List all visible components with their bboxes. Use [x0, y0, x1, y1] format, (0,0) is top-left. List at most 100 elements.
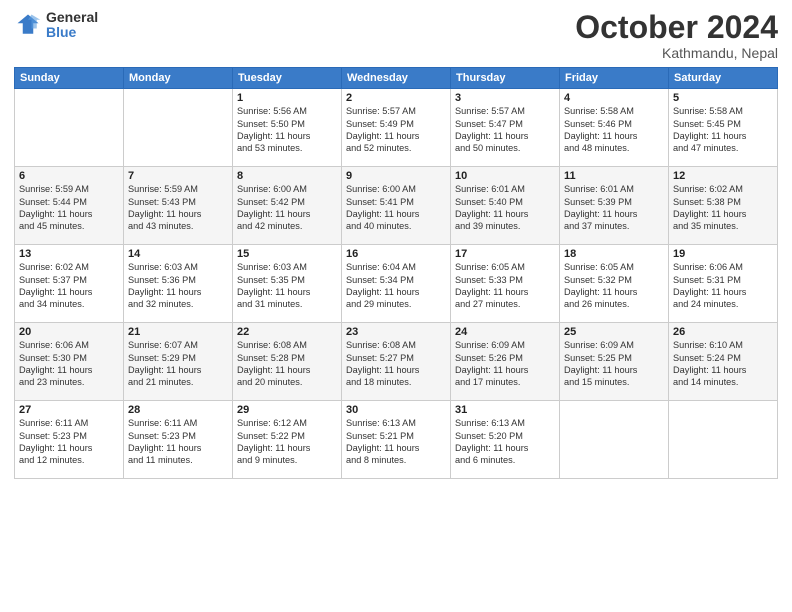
day-number: 26: [673, 326, 773, 338]
logo-text: General Blue: [46, 10, 98, 41]
day-number: 21: [128, 326, 228, 338]
logo-icon: [14, 11, 42, 39]
day-info: Sunrise: 6:04 AM Sunset: 5:34 PM Dayligh…: [346, 261, 446, 311]
day-cell: 17Sunrise: 6:05 AM Sunset: 5:33 PM Dayli…: [451, 245, 560, 323]
day-info: Sunrise: 6:03 AM Sunset: 5:35 PM Dayligh…: [237, 261, 337, 311]
header: General Blue October 2024 Kathmandu, Nep…: [14, 10, 778, 61]
day-cell: 8Sunrise: 6:00 AM Sunset: 5:42 PM Daylig…: [233, 167, 342, 245]
day-number: 12: [673, 170, 773, 182]
day-cell: 24Sunrise: 6:09 AM Sunset: 5:26 PM Dayli…: [451, 323, 560, 401]
day-info: Sunrise: 6:07 AM Sunset: 5:29 PM Dayligh…: [128, 339, 228, 389]
day-number: 28: [128, 404, 228, 416]
day-cell: 19Sunrise: 6:06 AM Sunset: 5:31 PM Dayli…: [669, 245, 778, 323]
day-info: Sunrise: 5:57 AM Sunset: 5:49 PM Dayligh…: [346, 105, 446, 155]
day-cell: 27Sunrise: 6:11 AM Sunset: 5:23 PM Dayli…: [15, 401, 124, 479]
day-number: 10: [455, 170, 555, 182]
day-info: Sunrise: 6:03 AM Sunset: 5:36 PM Dayligh…: [128, 261, 228, 311]
header-thursday: Thursday: [451, 68, 560, 89]
calendar-table: Sunday Monday Tuesday Wednesday Thursday…: [14, 67, 778, 479]
day-cell: 13Sunrise: 6:02 AM Sunset: 5:37 PM Dayli…: [15, 245, 124, 323]
day-number: 7: [128, 170, 228, 182]
week-row-0: 1Sunrise: 5:56 AM Sunset: 5:50 PM Daylig…: [15, 89, 778, 167]
day-number: 11: [564, 170, 664, 182]
day-cell: [124, 89, 233, 167]
day-info: Sunrise: 5:57 AM Sunset: 5:47 PM Dayligh…: [455, 105, 555, 155]
day-number: 31: [455, 404, 555, 416]
day-info: Sunrise: 6:08 AM Sunset: 5:28 PM Dayligh…: [237, 339, 337, 389]
day-cell: 16Sunrise: 6:04 AM Sunset: 5:34 PM Dayli…: [342, 245, 451, 323]
day-info: Sunrise: 6:11 AM Sunset: 5:23 PM Dayligh…: [19, 417, 119, 467]
day-info: Sunrise: 6:12 AM Sunset: 5:22 PM Dayligh…: [237, 417, 337, 467]
day-cell: 30Sunrise: 6:13 AM Sunset: 5:21 PM Dayli…: [342, 401, 451, 479]
day-cell: 10Sunrise: 6:01 AM Sunset: 5:40 PM Dayli…: [451, 167, 560, 245]
day-number: 30: [346, 404, 446, 416]
week-row-3: 20Sunrise: 6:06 AM Sunset: 5:30 PM Dayli…: [15, 323, 778, 401]
day-number: 19: [673, 248, 773, 260]
day-cell: 14Sunrise: 6:03 AM Sunset: 5:36 PM Dayli…: [124, 245, 233, 323]
day-cell: 29Sunrise: 6:12 AM Sunset: 5:22 PM Dayli…: [233, 401, 342, 479]
header-sunday: Sunday: [15, 68, 124, 89]
page: General Blue October 2024 Kathmandu, Nep…: [0, 0, 792, 612]
day-info: Sunrise: 6:09 AM Sunset: 5:25 PM Dayligh…: [564, 339, 664, 389]
day-info: Sunrise: 5:58 AM Sunset: 5:45 PM Dayligh…: [673, 105, 773, 155]
week-row-2: 13Sunrise: 6:02 AM Sunset: 5:37 PM Dayli…: [15, 245, 778, 323]
day-info: Sunrise: 6:09 AM Sunset: 5:26 PM Dayligh…: [455, 339, 555, 389]
day-cell: 26Sunrise: 6:10 AM Sunset: 5:24 PM Dayli…: [669, 323, 778, 401]
day-info: Sunrise: 6:05 AM Sunset: 5:33 PM Dayligh…: [455, 261, 555, 311]
month-title: October 2024: [575, 10, 778, 45]
day-cell: 21Sunrise: 6:07 AM Sunset: 5:29 PM Dayli…: [124, 323, 233, 401]
day-number: 5: [673, 92, 773, 104]
title-block: October 2024 Kathmandu, Nepal: [575, 10, 778, 61]
day-number: 25: [564, 326, 664, 338]
day-number: 17: [455, 248, 555, 260]
day-number: 13: [19, 248, 119, 260]
day-cell: 22Sunrise: 6:08 AM Sunset: 5:28 PM Dayli…: [233, 323, 342, 401]
day-number: 15: [237, 248, 337, 260]
day-number: 8: [237, 170, 337, 182]
day-cell: 12Sunrise: 6:02 AM Sunset: 5:38 PM Dayli…: [669, 167, 778, 245]
logo-blue: Blue: [46, 25, 98, 40]
day-cell: 6Sunrise: 5:59 AM Sunset: 5:44 PM Daylig…: [15, 167, 124, 245]
header-monday: Monday: [124, 68, 233, 89]
day-cell: [560, 401, 669, 479]
day-number: 4: [564, 92, 664, 104]
day-info: Sunrise: 6:00 AM Sunset: 5:41 PM Dayligh…: [346, 183, 446, 233]
header-friday: Friday: [560, 68, 669, 89]
day-number: 1: [237, 92, 337, 104]
day-cell: 23Sunrise: 6:08 AM Sunset: 5:27 PM Dayli…: [342, 323, 451, 401]
day-cell: 1Sunrise: 5:56 AM Sunset: 5:50 PM Daylig…: [233, 89, 342, 167]
day-number: 22: [237, 326, 337, 338]
day-number: 9: [346, 170, 446, 182]
day-info: Sunrise: 5:56 AM Sunset: 5:50 PM Dayligh…: [237, 105, 337, 155]
day-info: Sunrise: 6:13 AM Sunset: 5:21 PM Dayligh…: [346, 417, 446, 467]
day-number: 3: [455, 92, 555, 104]
day-cell: 7Sunrise: 5:59 AM Sunset: 5:43 PM Daylig…: [124, 167, 233, 245]
day-info: Sunrise: 6:01 AM Sunset: 5:40 PM Dayligh…: [455, 183, 555, 233]
day-cell: 20Sunrise: 6:06 AM Sunset: 5:30 PM Dayli…: [15, 323, 124, 401]
day-cell: [669, 401, 778, 479]
header-saturday: Saturday: [669, 68, 778, 89]
week-row-4: 27Sunrise: 6:11 AM Sunset: 5:23 PM Dayli…: [15, 401, 778, 479]
header-row: Sunday Monday Tuesday Wednesday Thursday…: [15, 68, 778, 89]
day-number: 23: [346, 326, 446, 338]
day-cell: 18Sunrise: 6:05 AM Sunset: 5:32 PM Dayli…: [560, 245, 669, 323]
day-number: 16: [346, 248, 446, 260]
day-info: Sunrise: 6:01 AM Sunset: 5:39 PM Dayligh…: [564, 183, 664, 233]
day-number: 6: [19, 170, 119, 182]
logo-general: General: [46, 10, 98, 25]
day-cell: 3Sunrise: 5:57 AM Sunset: 5:47 PM Daylig…: [451, 89, 560, 167]
header-tuesday: Tuesday: [233, 68, 342, 89]
day-number: 24: [455, 326, 555, 338]
day-info: Sunrise: 6:06 AM Sunset: 5:31 PM Dayligh…: [673, 261, 773, 311]
day-info: Sunrise: 6:11 AM Sunset: 5:23 PM Dayligh…: [128, 417, 228, 467]
day-cell: 5Sunrise: 5:58 AM Sunset: 5:45 PM Daylig…: [669, 89, 778, 167]
day-info: Sunrise: 6:00 AM Sunset: 5:42 PM Dayligh…: [237, 183, 337, 233]
day-cell: 15Sunrise: 6:03 AM Sunset: 5:35 PM Dayli…: [233, 245, 342, 323]
day-cell: [15, 89, 124, 167]
day-cell: 25Sunrise: 6:09 AM Sunset: 5:25 PM Dayli…: [560, 323, 669, 401]
day-cell: 11Sunrise: 6:01 AM Sunset: 5:39 PM Dayli…: [560, 167, 669, 245]
day-cell: 31Sunrise: 6:13 AM Sunset: 5:20 PM Dayli…: [451, 401, 560, 479]
day-cell: 4Sunrise: 5:58 AM Sunset: 5:46 PM Daylig…: [560, 89, 669, 167]
header-wednesday: Wednesday: [342, 68, 451, 89]
day-cell: 28Sunrise: 6:11 AM Sunset: 5:23 PM Dayli…: [124, 401, 233, 479]
